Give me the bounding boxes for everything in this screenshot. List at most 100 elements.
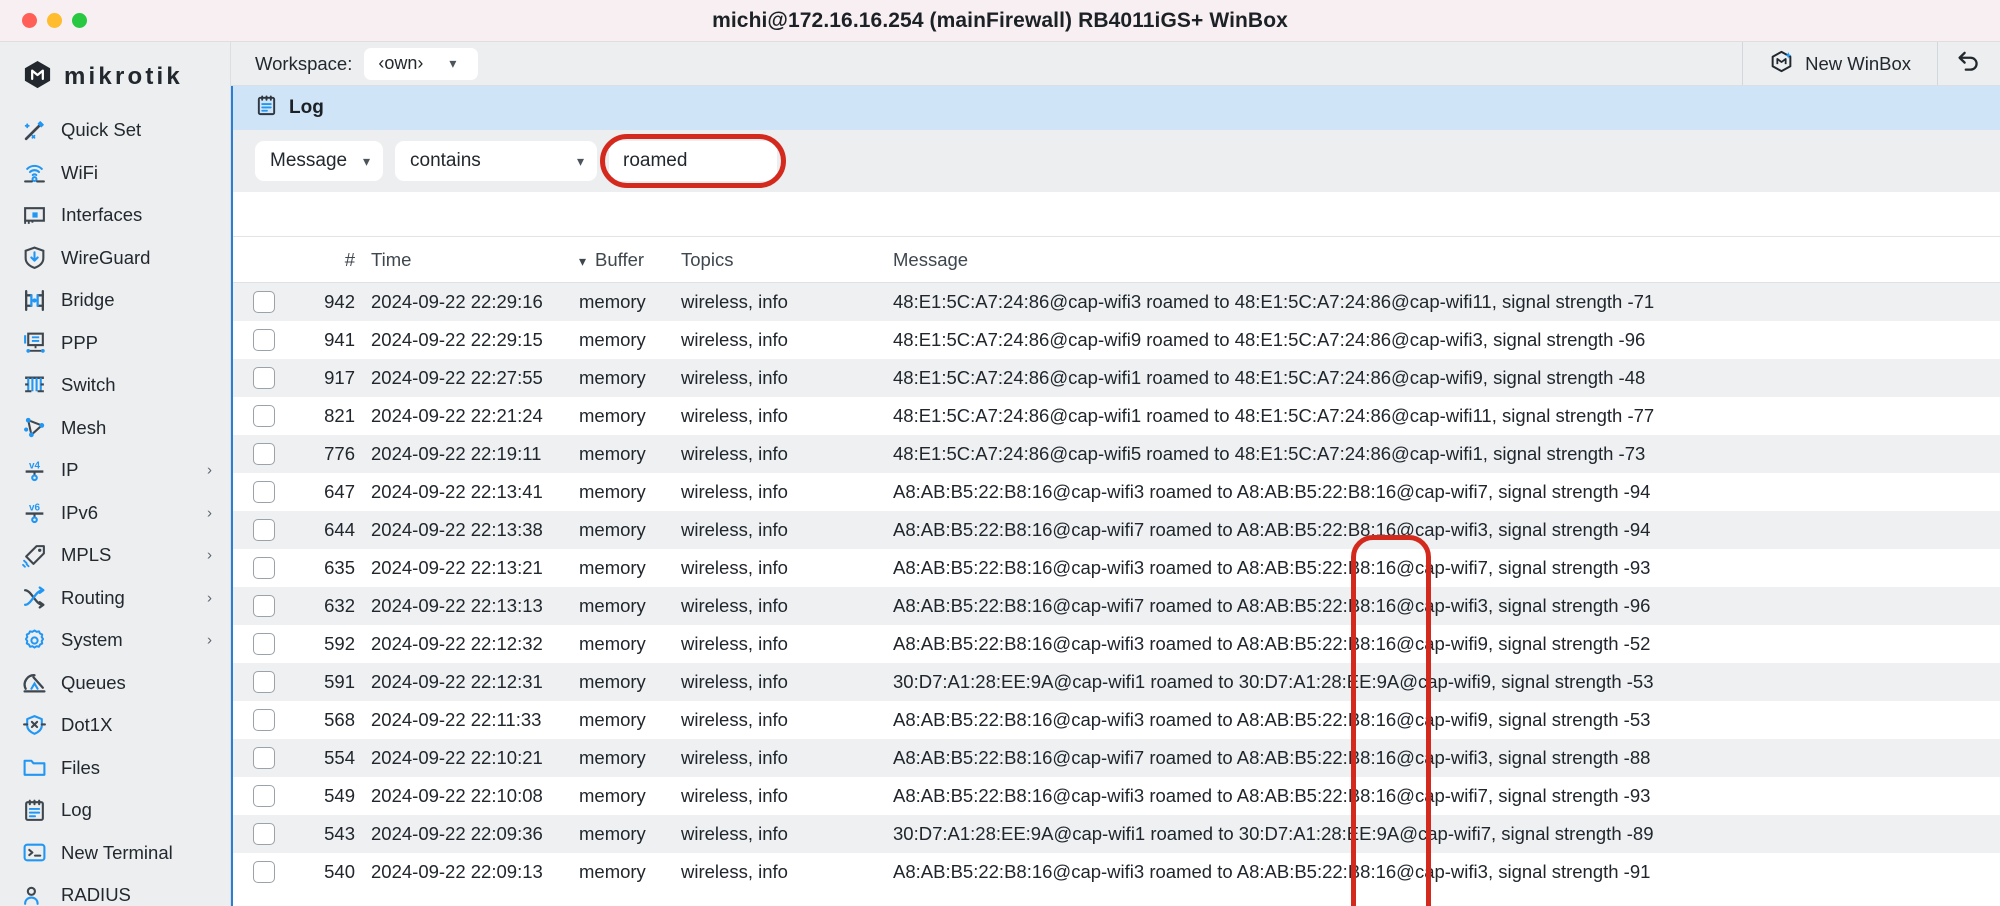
row-select-cell[interactable] [233,283,303,322]
ppp-icon [22,330,47,355]
table-row[interactable]: 917 2024-09-22 22:27:55 memory wireless, in… [233,359,2000,397]
sidebar-item-label: WiFi [61,161,98,183]
table-row[interactable]: 776 2024-09-22 22:19:11 memory wireless, in… [233,435,2000,473]
table-row[interactable]: 592 2024-09-22 22:12:32 memory wireless, in… [233,625,2000,663]
sidebar-item-mpls[interactable]: MPLS › [0,534,230,577]
maximize-window-button[interactable] [72,13,87,28]
column-header-number[interactable]: # [303,237,355,283]
row-select-cell[interactable] [233,397,303,435]
row-select-cell[interactable] [233,435,303,473]
row-select-cell[interactable] [233,625,303,663]
sidebar-item-ip[interactable]: v4 IP › [0,449,230,492]
row-checkbox[interactable] [253,481,275,503]
filter-operator-select[interactable]: contains ▾ [395,141,597,181]
sidebar-item-routing[interactable]: Routing › [0,577,230,620]
row-checkbox[interactable] [253,747,275,769]
table-row[interactable]: 632 2024-09-22 22:13:13 memory wireless, in… [233,587,2000,625]
sidebar-item-radius[interactable]: RADIUS [0,874,230,906]
table-row[interactable]: 821 2024-09-22 22:21:24 memory wireless, in… [233,397,2000,435]
sidebar-item-queues[interactable]: Queues [0,662,230,705]
table-row[interactable]: 554 2024-09-22 22:10:21 memory wireless, in… [233,739,2000,777]
row-select-cell[interactable] [233,701,303,739]
row-time-cell: 2024-09-22 22:29:16 [371,291,543,312]
row-select-cell[interactable] [233,549,303,587]
sidebar-item-new-terminal[interactable]: New Terminal [0,832,230,875]
row-select-cell[interactable] [233,321,303,359]
row-select-cell[interactable] [233,511,303,549]
sidebar-item-label: System [61,629,123,651]
sidebar-item-wireguard[interactable]: WireGuard [0,237,230,280]
row-message-cell: 48:E1:5C:A7:24:86@cap-wifi1 roamed to 48… [893,367,1646,388]
table-row[interactable]: 591 2024-09-22 22:12:31 memory wireless, in… [233,663,2000,701]
row-checkbox[interactable] [253,291,275,313]
sidebar-item-label: MPLS [61,544,112,566]
row-checkbox[interactable] [253,367,275,389]
close-window-button[interactable] [22,13,37,28]
radius-icon [22,883,47,906]
row-checkbox[interactable] [253,633,275,655]
sidebar-item-log[interactable]: Log [0,789,230,832]
filter-search-input[interactable] [609,141,777,181]
app-shell: mikrotik Quick Set WiFi Interfaces WireG… [0,42,2000,906]
table-row[interactable]: 543 2024-09-22 22:09:36 memory wireless, in… [233,815,2000,853]
row-topics-cell: wireless, info [681,633,788,654]
row-checkbox[interactable] [253,595,275,617]
row-checkbox[interactable] [253,405,275,427]
row-checkbox[interactable] [253,709,275,731]
row-select-cell[interactable] [233,587,303,625]
sidebar-item-files[interactable]: Files [0,747,230,790]
row-time-cell: 2024-09-22 22:13:38 [371,519,543,540]
column-header-buffer[interactable]: ▾ Buffer [563,237,665,283]
new-winbox-button[interactable]: New WinBox [1743,42,1937,85]
table-row[interactable]: 568 2024-09-22 22:11:33 memory wireless, in… [233,701,2000,739]
row-select-cell[interactable] [233,739,303,777]
row-message-cell: A8:AB:B5:22:B8:16@cap-wifi7 roamed to A8… [893,519,1651,540]
row-checkbox[interactable] [253,557,275,579]
table-row[interactable]: 942 2024-09-22 22:29:16 memory wireless, in… [233,282,2000,322]
sidebar-item-dot1x[interactable]: Dot1X [0,704,230,747]
row-select-cell[interactable] [233,473,303,511]
table-row[interactable]: 549 2024-09-22 22:10:08 memory wireless, in… [233,777,2000,815]
filter-field-select[interactable]: Message ▾ [255,141,383,181]
row-select-cell[interactable] [233,663,303,701]
column-header-time[interactable]: Time [355,237,563,283]
table-row[interactable]: 647 2024-09-22 22:13:41 memory wireless, in… [233,473,2000,511]
row-buffer-cell: memory [579,557,646,578]
row-select-cell[interactable] [233,777,303,815]
row-checkbox[interactable] [253,861,275,883]
minimize-window-button[interactable] [47,13,62,28]
column-header-message[interactable]: Message [877,237,2000,283]
table-row[interactable]: 941 2024-09-22 22:29:15 memory wireless, in… [233,321,2000,359]
sidebar-item-bridge[interactable]: Bridge [0,279,230,322]
row-select-cell[interactable] [233,815,303,853]
row-time-cell: 2024-09-22 22:19:11 [371,443,542,464]
row-checkbox[interactable] [253,823,275,845]
table-row[interactable]: 644 2024-09-22 22:13:38 memory wireless, in… [233,511,2000,549]
row-number-cell: 776 [324,443,355,464]
sidebar-item-wifi[interactable]: WiFi [0,152,230,195]
sidebar-item-ipv6[interactable]: v6 IPv6 › [0,492,230,535]
table-row[interactable]: 635 2024-09-22 22:13:21 memory wireless, in… [233,549,2000,587]
sidebar-item-quick-set[interactable]: Quick Set [0,109,230,152]
row-checkbox[interactable] [253,671,275,693]
row-time-cell: 2024-09-22 22:09:13 [371,861,543,882]
sidebar-item-interfaces[interactable]: Interfaces [0,194,230,237]
row-select-cell[interactable] [233,359,303,397]
row-checkbox[interactable] [253,785,275,807]
row-checkbox[interactable] [253,443,275,465]
traffic-light-controls[interactable] [0,13,87,28]
row-buffer-cell: memory [579,443,646,464]
row-number-cell: 540 [324,861,355,882]
row-select-cell[interactable] [233,853,303,891]
sidebar-item-system[interactable]: System › [0,619,230,662]
sidebar-item-ppp[interactable]: PPP [0,322,230,365]
table-row[interactable]: 540 2024-09-22 22:09:13 memory wireless, in… [233,853,2000,891]
row-checkbox[interactable] [253,329,275,351]
row-message-cell: A8:AB:B5:22:B8:16@cap-wifi3 roamed to A8… [893,785,1651,806]
undo-button[interactable] [1938,42,2000,85]
sidebar-item-mesh[interactable]: Mesh [0,407,230,450]
column-header-topics[interactable]: Topics [665,237,877,283]
workspace-select[interactable]: ‹own› ▾ [364,47,479,80]
sidebar-item-switch[interactable]: Switch [0,364,230,407]
row-checkbox[interactable] [253,519,275,541]
